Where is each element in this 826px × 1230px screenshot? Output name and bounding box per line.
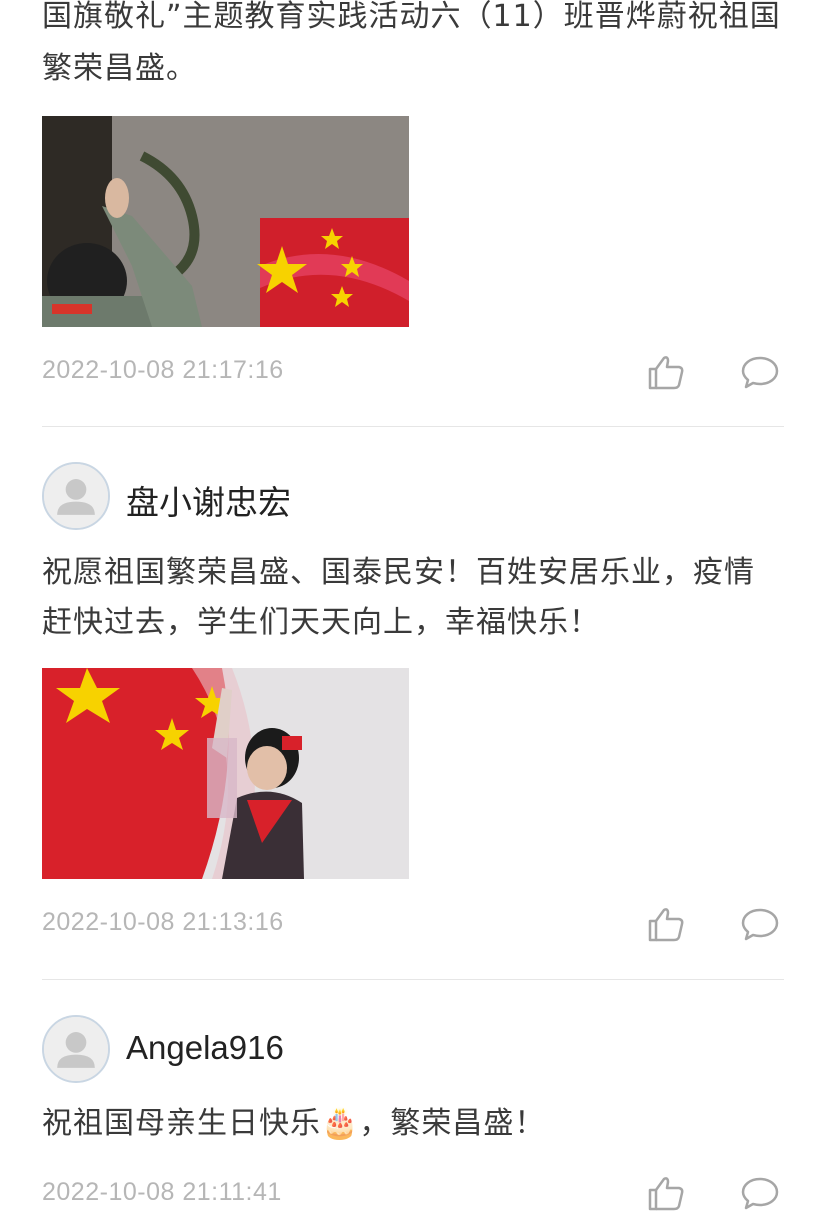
thumbs-up-icon	[648, 908, 684, 942]
avatar[interactable]	[42, 1015, 110, 1083]
reply-button[interactable]	[740, 904, 780, 944]
comment-bubble-icon	[741, 908, 779, 941]
comment-text-line: 赶快过去，学生们天天向上，幸福快乐！	[42, 605, 600, 640]
comment-timestamp: 2022-10-08 21:17:16	[42, 356, 284, 384]
comment-photo[interactable]	[42, 116, 409, 327]
comment-photo[interactable]	[42, 668, 409, 879]
comment-timestamp: 2022-10-08 21:11:41	[42, 1178, 282, 1206]
comment-text-line: 繁荣昌盛。	[42, 51, 197, 86]
comment-text-line: 祝愿祖国繁荣昌盛、国泰民安！百姓安居乐业，疫情	[42, 555, 755, 590]
thumbs-up-icon	[648, 1177, 684, 1211]
comment-bubble-icon	[741, 1177, 779, 1210]
photo-boy-saluting-flag-screen	[42, 116, 409, 327]
like-button[interactable]	[646, 352, 686, 392]
avatar[interactable]	[42, 462, 110, 530]
reply-button[interactable]	[740, 1173, 780, 1213]
divider	[42, 426, 784, 427]
default-user-avatar	[44, 1017, 108, 1081]
comment-text-line: 祝祖国母亲生日快乐🎂，繁荣昌盛！	[42, 1106, 546, 1141]
like-button[interactable]	[646, 904, 686, 944]
default-user-avatar	[44, 464, 108, 528]
comment-text-line: 国旗敬礼”主题教育实践活动六（11）班晋烨蔚祝祖国	[42, 0, 781, 34]
photo-boy-saluting-flag	[42, 668, 409, 879]
comment-author[interactable]: 盘小谢忠宏	[126, 476, 291, 524]
comment-bubble-icon	[741, 356, 779, 389]
reply-button[interactable]	[740, 352, 780, 392]
like-button[interactable]	[646, 1173, 686, 1213]
comment-timestamp: 2022-10-08 21:13:16	[42, 908, 284, 936]
thumbs-up-icon	[648, 356, 684, 390]
comment-author[interactable]: Angela916	[126, 1029, 284, 1067]
divider	[42, 979, 784, 980]
